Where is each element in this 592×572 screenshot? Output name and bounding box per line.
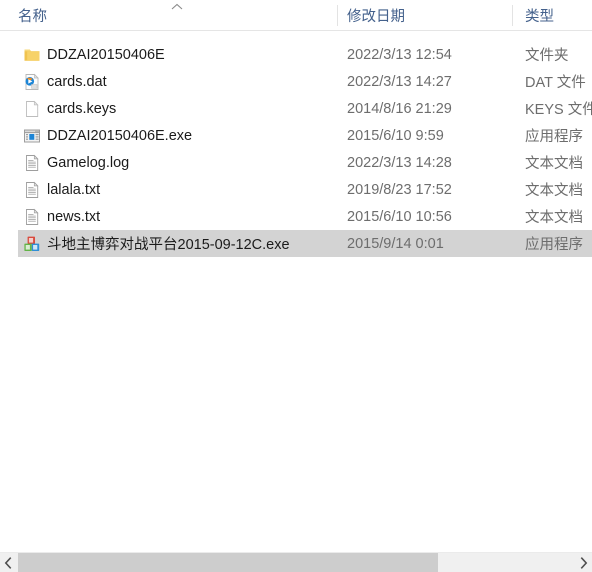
scrollbar-track[interactable] [17,553,575,572]
file-date: 2015/6/10 9:59 [347,127,444,144]
file-date: 2015/6/10 10:56 [347,208,452,225]
horizontal-scrollbar[interactable] [0,552,592,572]
column-header-date[interactable]: 修改日期 [347,0,512,30]
file-date: 2022/3/13 14:27 [347,73,452,90]
file-name: lalala.txt [47,181,101,198]
file-name: DDZAI20150406E [47,46,165,63]
file-name: cards.keys [47,100,117,117]
file-date: 2015/9/14 0:01 [347,235,444,252]
table-row[interactable]: DDZAI20150406E.exe 2015/6/10 9:59 应用程序 [18,122,592,149]
file-type: 文本文档 [525,156,583,172]
scrollbar-thumb[interactable] [18,553,438,572]
colored-cubes-icon [22,234,42,254]
file-type: 文本文档 [525,210,583,226]
file-name: Gamelog.log [47,154,130,171]
file-type: DAT 文件 [525,75,586,91]
chevron-left-icon[interactable] [0,553,17,572]
media-file-icon [22,72,42,92]
column-divider-2[interactable] [512,5,513,26]
chevron-up-icon [170,2,184,12]
file-type: 文件夹 [525,48,569,64]
file-date: 2022/3/13 14:28 [347,154,452,171]
column-header-date-label: 修改日期 [347,8,405,25]
column-divider-1[interactable] [337,5,338,26]
file-date: 2014/8/16 21:29 [347,100,452,117]
file-name: news.txt [47,208,101,225]
folder-icon [22,45,42,65]
file-type: KEYS 文件 [525,102,592,118]
text-document-icon [22,180,42,200]
file-type: 应用程序 [525,129,583,145]
file-date: 2019/8/23 17:52 [347,181,452,198]
table-row[interactable]: cards.keys 2014/8/16 21:29 KEYS 文件 [18,95,592,122]
table-row[interactable]: 斗地主博弈对战平台2015-09-12C.exe 2015/9/14 0:01 … [18,230,592,257]
table-row[interactable]: Gamelog.log 2022/3/13 14:28 文本文档 [18,149,592,176]
file-list: DDZAI20150406E 2022/3/13 12:54 文件夹 cards… [0,31,592,535]
file-explorer-list-view: 名称 修改日期 类型 DDZAI20150406E 2022/3/13 12:5… [0,0,592,572]
table-row[interactable]: news.txt 2015/6/10 10:56 文本文档 [18,203,592,230]
column-header-type[interactable]: 类型 [525,0,592,30]
text-document-icon [22,153,42,173]
table-row[interactable]: cards.dat 2022/3/13 14:27 DAT 文件 [18,68,592,95]
file-name: cards.dat [47,73,107,90]
table-row[interactable]: DDZAI20150406E 2022/3/13 12:54 文件夹 [18,41,592,68]
text-document-icon [22,207,42,227]
file-type: 应用程序 [525,237,583,253]
column-header-type-label: 类型 [525,8,554,25]
column-header-row: 名称 修改日期 类型 [0,0,592,31]
application-icon [22,126,42,146]
file-date: 2022/3/13 12:54 [347,46,452,63]
chevron-right-icon[interactable] [575,553,592,572]
file-name: DDZAI20150406E.exe [47,127,193,144]
table-row[interactable]: lalala.txt 2019/8/23 17:52 文本文档 [18,176,592,203]
blank-file-icon [22,99,42,119]
file-type: 文本文档 [525,183,583,199]
column-header-name-label: 名称 [18,8,47,25]
file-name: 斗地主博弈对战平台2015-09-12C.exe [47,237,290,253]
